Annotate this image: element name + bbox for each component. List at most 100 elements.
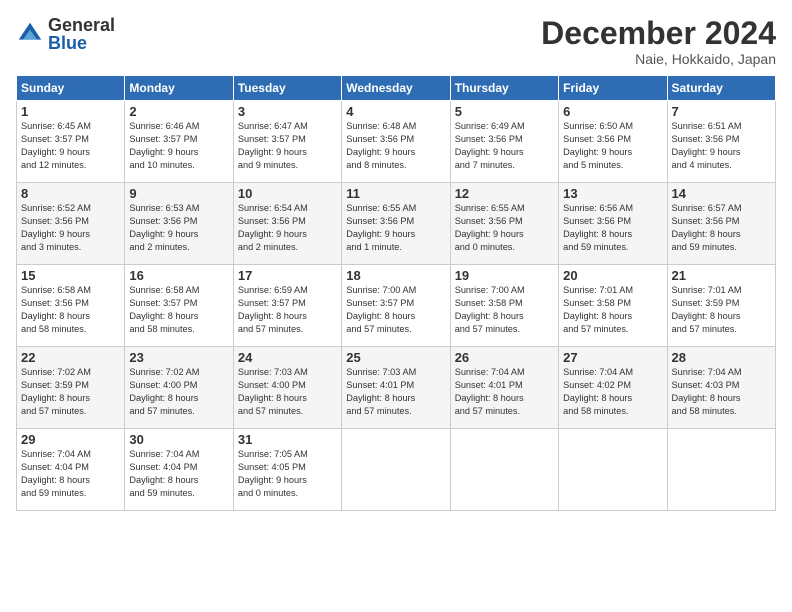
day-info: Sunrise: 7:04 AMSunset: 4:01 PMDaylight:… <box>455 366 554 418</box>
header-wednesday: Wednesday <box>342 76 450 101</box>
day-info: Sunrise: 7:02 AMSunset: 4:00 PMDaylight:… <box>129 366 228 418</box>
table-row: 22 Sunrise: 7:02 AMSunset: 3:59 PMDaylig… <box>17 347 776 429</box>
day-cell: 2 Sunrise: 6:46 AMSunset: 3:57 PMDayligh… <box>125 101 233 183</box>
day-info: Sunrise: 7:03 AMSunset: 4:00 PMDaylight:… <box>238 366 337 418</box>
day-number: 22 <box>21 350 120 365</box>
empty-cell <box>450 429 558 511</box>
table-row: 1 Sunrise: 6:45 AMSunset: 3:57 PMDayligh… <box>17 101 776 183</box>
header-tuesday: Tuesday <box>233 76 341 101</box>
day-number: 30 <box>129 432 228 447</box>
header-sunday: Sunday <box>17 76 125 101</box>
day-info: Sunrise: 7:01 AMSunset: 3:59 PMDaylight:… <box>672 284 771 336</box>
day-number: 6 <box>563 104 662 119</box>
table-row: 15 Sunrise: 6:58 AMSunset: 3:56 PMDaylig… <box>17 265 776 347</box>
title-block: December 2024 Naie, Hokkaido, Japan <box>541 16 776 67</box>
day-info: Sunrise: 6:51 AMSunset: 3:56 PMDaylight:… <box>672 120 771 172</box>
day-info: Sunrise: 6:47 AMSunset: 3:57 PMDaylight:… <box>238 120 337 172</box>
day-number: 13 <box>563 186 662 201</box>
day-cell: 27 Sunrise: 7:04 AMSunset: 4:02 PMDaylig… <box>559 347 667 429</box>
day-number: 25 <box>346 350 445 365</box>
day-cell: 13 Sunrise: 6:56 AMSunset: 3:56 PMDaylig… <box>559 183 667 265</box>
day-info: Sunrise: 6:56 AMSunset: 3:56 PMDaylight:… <box>563 202 662 254</box>
empty-cell <box>559 429 667 511</box>
day-cell: 3 Sunrise: 6:47 AMSunset: 3:57 PMDayligh… <box>233 101 341 183</box>
day-number: 9 <box>129 186 228 201</box>
day-info: Sunrise: 7:00 AMSunset: 3:57 PMDaylight:… <box>346 284 445 336</box>
day-cell: 12 Sunrise: 6:55 AMSunset: 3:56 PMDaylig… <box>450 183 558 265</box>
day-cell: 29 Sunrise: 7:04 AMSunset: 4:04 PMDaylig… <box>17 429 125 511</box>
day-cell: 11 Sunrise: 6:55 AMSunset: 3:56 PMDaylig… <box>342 183 450 265</box>
calendar-table: Sunday Monday Tuesday Wednesday Thursday… <box>16 75 776 511</box>
day-info: Sunrise: 6:50 AMSunset: 3:56 PMDaylight:… <box>563 120 662 172</box>
day-info: Sunrise: 6:59 AMSunset: 3:57 PMDaylight:… <box>238 284 337 336</box>
day-number: 10 <box>238 186 337 201</box>
day-info: Sunrise: 7:00 AMSunset: 3:58 PMDaylight:… <box>455 284 554 336</box>
table-row: 29 Sunrise: 7:04 AMSunset: 4:04 PMDaylig… <box>17 429 776 511</box>
day-info: Sunrise: 6:49 AMSunset: 3:56 PMDaylight:… <box>455 120 554 172</box>
day-number: 11 <box>346 186 445 201</box>
day-cell: 26 Sunrise: 7:04 AMSunset: 4:01 PMDaylig… <box>450 347 558 429</box>
day-number: 18 <box>346 268 445 283</box>
day-info: Sunrise: 6:45 AMSunset: 3:57 PMDaylight:… <box>21 120 120 172</box>
day-info: Sunrise: 6:58 AMSunset: 3:57 PMDaylight:… <box>129 284 228 336</box>
header-friday: Friday <box>559 76 667 101</box>
day-cell: 30 Sunrise: 7:04 AMSunset: 4:04 PMDaylig… <box>125 429 233 511</box>
day-cell: 23 Sunrise: 7:02 AMSunset: 4:00 PMDaylig… <box>125 347 233 429</box>
day-number: 12 <box>455 186 554 201</box>
day-number: 15 <box>21 268 120 283</box>
day-info: Sunrise: 7:02 AMSunset: 3:59 PMDaylight:… <box>21 366 120 418</box>
day-number: 19 <box>455 268 554 283</box>
day-info: Sunrise: 6:54 AMSunset: 3:56 PMDaylight:… <box>238 202 337 254</box>
day-info: Sunrise: 6:53 AMSunset: 3:56 PMDaylight:… <box>129 202 228 254</box>
day-number: 28 <box>672 350 771 365</box>
day-number: 1 <box>21 104 120 119</box>
day-number: 24 <box>238 350 337 365</box>
day-info: Sunrise: 7:05 AMSunset: 4:05 PMDaylight:… <box>238 448 337 500</box>
day-number: 2 <box>129 104 228 119</box>
day-cell: 28 Sunrise: 7:04 AMSunset: 4:03 PMDaylig… <box>667 347 775 429</box>
day-number: 7 <box>672 104 771 119</box>
day-info: Sunrise: 7:04 AMSunset: 4:03 PMDaylight:… <box>672 366 771 418</box>
day-cell: 9 Sunrise: 6:53 AMSunset: 3:56 PMDayligh… <box>125 183 233 265</box>
day-cell: 16 Sunrise: 6:58 AMSunset: 3:57 PMDaylig… <box>125 265 233 347</box>
day-cell: 17 Sunrise: 6:59 AMSunset: 3:57 PMDaylig… <box>233 265 341 347</box>
day-cell: 10 Sunrise: 6:54 AMSunset: 3:56 PMDaylig… <box>233 183 341 265</box>
header-thursday: Thursday <box>450 76 558 101</box>
day-number: 14 <box>672 186 771 201</box>
empty-cell <box>667 429 775 511</box>
empty-cell <box>342 429 450 511</box>
day-cell: 24 Sunrise: 7:03 AMSunset: 4:00 PMDaylig… <box>233 347 341 429</box>
day-cell: 25 Sunrise: 7:03 AMSunset: 4:01 PMDaylig… <box>342 347 450 429</box>
day-cell: 21 Sunrise: 7:01 AMSunset: 3:59 PMDaylig… <box>667 265 775 347</box>
day-number: 3 <box>238 104 337 119</box>
day-info: Sunrise: 7:03 AMSunset: 4:01 PMDaylight:… <box>346 366 445 418</box>
day-cell: 19 Sunrise: 7:00 AMSunset: 3:58 PMDaylig… <box>450 265 558 347</box>
day-number: 17 <box>238 268 337 283</box>
day-number: 8 <box>21 186 120 201</box>
day-info: Sunrise: 7:04 AMSunset: 4:02 PMDaylight:… <box>563 366 662 418</box>
location-subtitle: Naie, Hokkaido, Japan <box>541 51 776 67</box>
day-number: 5 <box>455 104 554 119</box>
day-number: 31 <box>238 432 337 447</box>
day-info: Sunrise: 6:52 AMSunset: 3:56 PMDaylight:… <box>21 202 120 254</box>
day-number: 20 <box>563 268 662 283</box>
day-cell: 7 Sunrise: 6:51 AMSunset: 3:56 PMDayligh… <box>667 101 775 183</box>
day-info: Sunrise: 7:04 AMSunset: 4:04 PMDaylight:… <box>21 448 120 500</box>
logo-general: General <box>48 16 115 34</box>
month-title: December 2024 <box>541 16 776 51</box>
day-info: Sunrise: 7:01 AMSunset: 3:58 PMDaylight:… <box>563 284 662 336</box>
day-cell: 5 Sunrise: 6:49 AMSunset: 3:56 PMDayligh… <box>450 101 558 183</box>
day-cell: 20 Sunrise: 7:01 AMSunset: 3:58 PMDaylig… <box>559 265 667 347</box>
day-cell: 15 Sunrise: 6:58 AMSunset: 3:56 PMDaylig… <box>17 265 125 347</box>
day-number: 27 <box>563 350 662 365</box>
day-info: Sunrise: 7:04 AMSunset: 4:04 PMDaylight:… <box>129 448 228 500</box>
logo: General Blue <box>16 16 115 52</box>
day-info: Sunrise: 6:46 AMSunset: 3:57 PMDaylight:… <box>129 120 228 172</box>
header-saturday: Saturday <box>667 76 775 101</box>
logo-blue: Blue <box>48 34 115 52</box>
weekday-header-row: Sunday Monday Tuesday Wednesday Thursday… <box>17 76 776 101</box>
day-number: 29 <box>21 432 120 447</box>
day-info: Sunrise: 6:58 AMSunset: 3:56 PMDaylight:… <box>21 284 120 336</box>
day-cell: 18 Sunrise: 7:00 AMSunset: 3:57 PMDaylig… <box>342 265 450 347</box>
day-cell: 8 Sunrise: 6:52 AMSunset: 3:56 PMDayligh… <box>17 183 125 265</box>
